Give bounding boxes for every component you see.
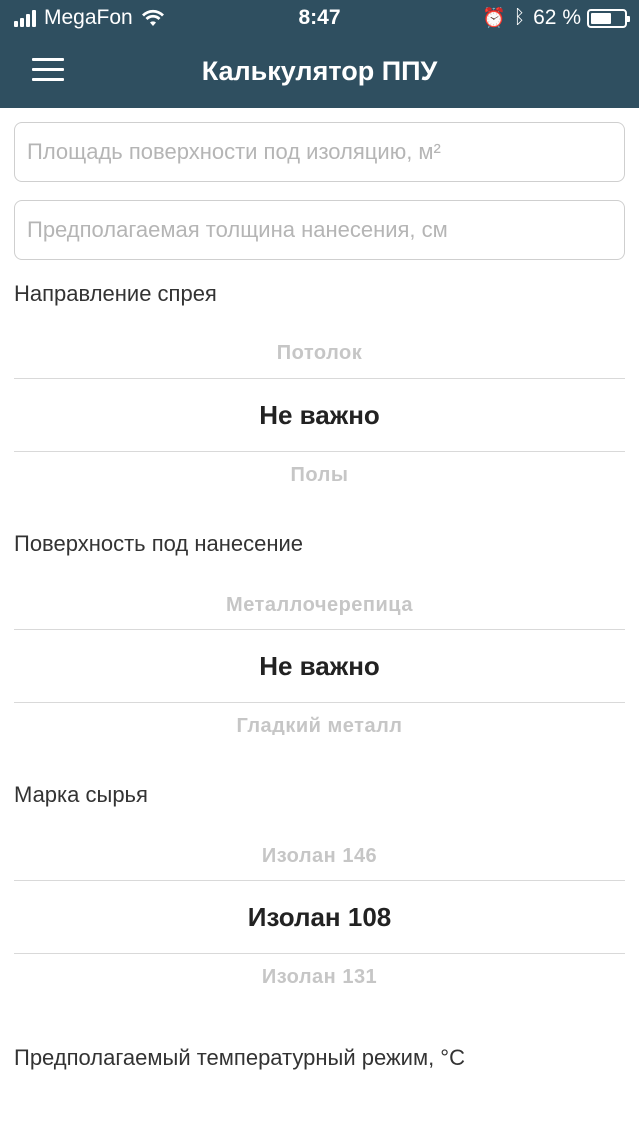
battery-percent: 62 %	[533, 6, 581, 29]
surface-picker[interactable]: Металлочерепица Не важно Гладкий металл	[14, 580, 625, 735]
picker-divider	[14, 880, 625, 881]
picker-option-above[interactable]: Металлочерепица	[14, 594, 625, 617]
app-header: MegaFon 8:47 ⏰ ᛒ 62 % Калькулятор ППУ	[0, 0, 639, 108]
spray-direction-label: Направление спрея	[14, 281, 217, 306]
surface-label: Поверхность под нанесение	[14, 531, 304, 556]
picker-option-selected[interactable]: Не важно	[14, 400, 625, 431]
area-input[interactable]: Площадь поверхности под изоляцию, м²	[14, 122, 625, 182]
nav-bar: Калькулятор ППУ	[0, 36, 639, 108]
picker-divider	[14, 953, 625, 954]
temperature-label: Предполагаемый температурный режим, °C	[14, 1045, 465, 1070]
battery-fill	[591, 12, 611, 24]
alarm-icon: ⏰	[482, 8, 506, 29]
thickness-input-placeholder: Предполагаемая толщина нанесения, см	[27, 217, 448, 242]
battery-icon	[587, 8, 630, 28]
picker-option-below[interactable]: Полы	[14, 464, 625, 484]
picker-divider	[14, 451, 625, 452]
picker-option-above[interactable]: Потолок	[14, 342, 625, 365]
picker-divider	[14, 702, 625, 703]
thickness-input[interactable]: Предполагаемая толщина нанесения, см	[14, 200, 625, 260]
picker-option-above[interactable]: Изолан 146	[14, 845, 625, 868]
spray-direction-picker[interactable]: Потолок Не важно Полы	[14, 330, 625, 484]
picker-option-below[interactable]: Гладкий металл	[14, 715, 625, 735]
picker-option-below[interactable]: Изолан 131	[14, 966, 625, 986]
raw-material-label: Марка сырья	[14, 782, 148, 807]
status-bar: MegaFon 8:47 ⏰ ᛒ 62 %	[0, 0, 639, 36]
picker-divider	[14, 629, 625, 630]
picker-divider	[14, 378, 625, 379]
picker-option-selected[interactable]: Не важно	[14, 651, 625, 682]
bluetooth-icon: ᛒ	[513, 7, 526, 28]
raw-material-picker[interactable]: Изолан 146 Изолан 108 Изолан 131	[14, 832, 625, 986]
area-input-placeholder: Площадь поверхности под изоляцию, м²	[27, 139, 441, 164]
status-right: ⏰ ᛒ 62 %	[482, 6, 630, 30]
page-title: Калькулятор ППУ	[201, 56, 438, 86]
picker-option-selected[interactable]: Изолан 108	[14, 902, 625, 933]
